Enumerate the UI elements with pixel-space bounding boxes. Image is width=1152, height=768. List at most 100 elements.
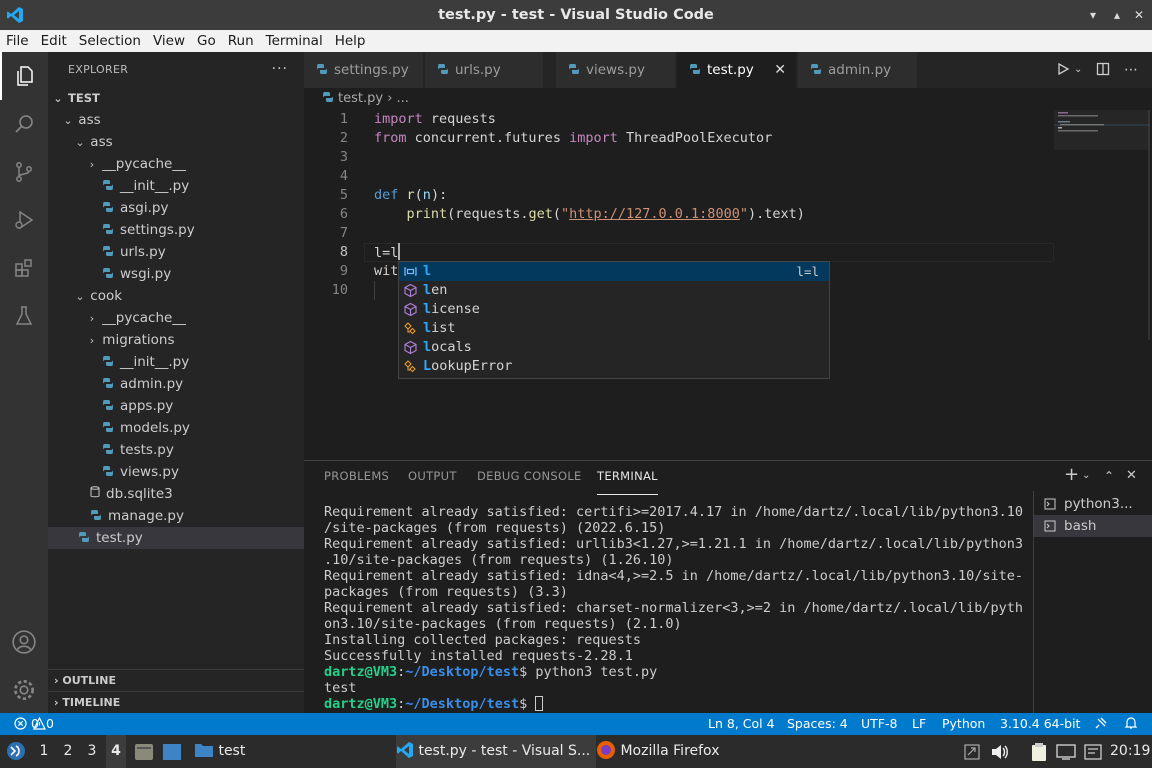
outline-section[interactable]: › OUTLINE <box>48 669 304 691</box>
menu-view[interactable]: View <box>147 30 191 52</box>
suggestion-item[interactable]: list <box>399 319 829 338</box>
accounts-icon[interactable] <box>0 618 48 666</box>
notifications-bell-icon[interactable] <box>1124 713 1138 735</box>
run-file-icon[interactable] <box>1056 52 1070 88</box>
tree-folder[interactable]: › migrations <box>48 329 304 351</box>
terminal-output[interactable]: Requirement already satisfied: certifi>=… <box>324 504 1024 712</box>
terminal-item-bash[interactable]: bash <box>1034 515 1152 537</box>
menu-run[interactable]: Run <box>222 30 260 52</box>
tree-folder[interactable]: ⌄ cook <box>48 285 304 307</box>
suggestion-item[interactable]: LookupError <box>399 357 829 376</box>
indentation[interactable]: Spaces: 4 <box>787 713 848 735</box>
workspace-4[interactable]: 4 <box>106 735 126 768</box>
timeline-section[interactable]: › TIMELINE <box>48 691 304 713</box>
suggestion-item[interactable]: len <box>399 281 829 300</box>
tab-admin-py[interactable]: admin.py <box>798 52 918 88</box>
new-terminal-icon[interactable]: + <box>1064 464 1079 485</box>
terminal-dropdown-icon[interactable]: ⌄ <box>1082 470 1090 481</box>
tab-output[interactable]: OUTPUT <box>408 469 457 495</box>
tree-folder[interactable]: ⌄ ass <box>48 131 304 153</box>
menu-edit[interactable]: Edit <box>35 30 73 52</box>
feedback-icon[interactable] <box>1094 713 1108 735</box>
tree-file[interactable]: views.py <box>48 461 304 483</box>
breadcrumb-rest[interactable]: ... <box>397 91 409 106</box>
tab-views-py[interactable]: views.py <box>556 52 676 88</box>
close-tab-icon[interactable]: ✕ <box>774 52 786 88</box>
menu-go[interactable]: Go <box>191 30 222 52</box>
tree-folder[interactable]: ⌄ ass <box>48 109 304 131</box>
language-mode[interactable]: Python <box>942 713 985 735</box>
workspace-3[interactable]: 3 <box>82 735 102 768</box>
tree-file[interactable]: test.py <box>48 527 304 549</box>
tree-file[interactable]: asgi.py <box>48 197 304 219</box>
terminal-item-python3[interactable]: python3... <box>1034 493 1152 515</box>
menu-terminal[interactable]: Terminal <box>260 30 329 52</box>
start-menu-icon[interactable] <box>6 741 26 765</box>
suggestion-item[interactable]: l l=l <box>399 262 829 281</box>
tree-file[interactable]: urls.py <box>48 241 304 263</box>
tab-settings-py[interactable]: settings.py <box>304 52 424 88</box>
maximize-icon[interactable]: ▴ <box>1108 6 1126 24</box>
more-actions-icon[interactable]: ··· <box>272 52 288 87</box>
tab-problems[interactable]: PROBLEMS <box>324 469 389 495</box>
show-desktop-icon[interactable] <box>162 743 182 765</box>
taskbar-firefox[interactable]: Mozilla Firefox <box>596 735 719 768</box>
minimap[interactable] <box>1054 110 1150 460</box>
split-editor-icon[interactable] <box>1096 52 1110 88</box>
keyboard-layout-icon[interactable] <box>964 744 980 764</box>
editor-more-icon[interactable]: ⋯ <box>1124 52 1138 88</box>
workspace-2[interactable]: 2 <box>58 735 78 768</box>
cursor-position[interactable]: Ln 8, Col 4 <box>708 713 775 735</box>
workspace-1[interactable]: 1 <box>34 735 54 768</box>
tree-folder[interactable]: › __pycache__ <box>48 153 304 175</box>
clock[interactable]: 20:19 <box>1110 735 1150 768</box>
workspace-root[interactable]: ⌄ TEST <box>48 87 304 109</box>
notification-indicator-icon[interactable] <box>1084 743 1102 765</box>
close-panel-icon[interactable]: ✕ <box>1126 468 1137 483</box>
taskbar-vscode[interactable]: test.py - test - Visual S... <box>396 735 597 768</box>
problems-status[interactable]: 0 0 <box>14 713 54 735</box>
run-debug-icon[interactable] <box>0 196 48 244</box>
minimize-icon[interactable]: ▾ <box>1084 6 1102 24</box>
menu-help[interactable]: Help <box>329 30 372 52</box>
taskbar-folder-test[interactable]: test <box>194 735 245 768</box>
manage-gear-icon[interactable] <box>0 666 48 714</box>
tab-terminal[interactable]: TERMINAL <box>597 469 658 495</box>
autocomplete-suggestions[interactable]: l l=l len license list locals LookupError <box>398 261 830 379</box>
breadcrumb-file[interactable]: test.py <box>338 91 383 106</box>
encoding[interactable]: UTF-8 <box>861 713 897 735</box>
source-control-icon[interactable] <box>0 148 48 196</box>
terminal-line: on3.10/site-packages (from requests) (2.… <box>324 616 682 632</box>
suggestion-item[interactable]: locals <box>399 338 829 357</box>
tree-folder[interactable]: › __pycache__ <box>48 307 304 329</box>
tab-test-py[interactable]: test.py ✕ <box>677 52 797 88</box>
end-of-line[interactable]: LF <box>912 713 926 735</box>
suggestion-item[interactable]: license <box>399 300 829 319</box>
clipboard-icon[interactable] <box>1030 742 1048 766</box>
tree-file[interactable]: __init__.py <box>48 351 304 373</box>
tree-file[interactable]: __init__.py <box>48 175 304 197</box>
extensions-icon[interactable] <box>0 244 48 292</box>
tab-urls-py[interactable]: urls.py <box>425 52 544 88</box>
python-interpreter[interactable]: 3.10.4 64-bit <box>1000 713 1080 735</box>
tree-file[interactable]: admin.py <box>48 373 304 395</box>
menu-file[interactable]: File <box>0 30 35 52</box>
menu-selection[interactable]: Selection <box>73 30 147 52</box>
explorer-icon[interactable] <box>0 52 48 100</box>
tree-file[interactable]: settings.py <box>48 219 304 241</box>
tree-file[interactable]: models.py <box>48 417 304 439</box>
tree-file[interactable]: wsgi.py <box>48 263 304 285</box>
text-editor-launcher-icon[interactable] <box>134 743 154 765</box>
maximize-panel-icon[interactable]: ⌃ <box>1104 469 1114 483</box>
display-icon[interactable] <box>1056 743 1076 765</box>
close-window-icon[interactable]: ✕ <box>1130 6 1148 24</box>
volume-icon[interactable] <box>990 743 1010 765</box>
search-icon[interactable] <box>0 100 48 148</box>
tree-file[interactable]: tests.py <box>48 439 304 461</box>
tree-file[interactable]: apps.py <box>48 395 304 417</box>
run-dropdown-icon[interactable]: ⌄ <box>1074 52 1082 88</box>
tree-file[interactable]: db.sqlite3 <box>48 483 304 505</box>
tab-debug-console[interactable]: DEBUG CONSOLE <box>477 469 582 495</box>
testing-flask-icon[interactable] <box>0 292 48 340</box>
tree-file[interactable]: manage.py <box>48 505 304 527</box>
